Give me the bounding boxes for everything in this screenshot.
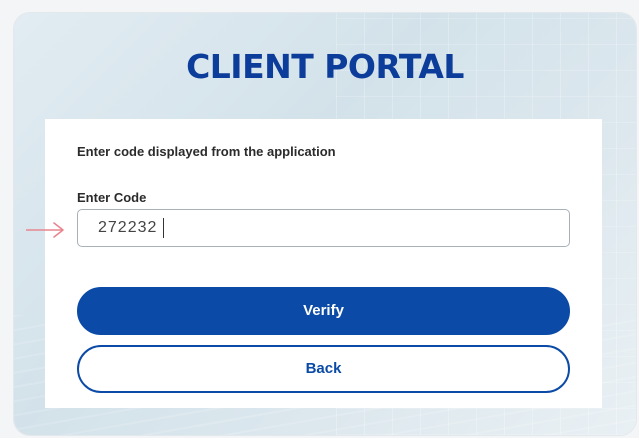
instruction-text: Enter code displayed from the applicatio… (77, 144, 336, 159)
code-input[interactable] (77, 209, 570, 247)
verification-card: Enter code displayed from the applicatio… (45, 119, 602, 408)
back-button[interactable]: Back (77, 345, 570, 393)
code-field-label: Enter Code (77, 190, 147, 205)
portal-window: CLIENT PORTAL Enter code displayed from … (14, 13, 636, 435)
arrow-right-icon (26, 222, 64, 238)
verify-button[interactable]: Verify (77, 287, 570, 335)
text-cursor (163, 218, 164, 238)
page-title: CLIENT PORTAL (186, 47, 464, 86)
